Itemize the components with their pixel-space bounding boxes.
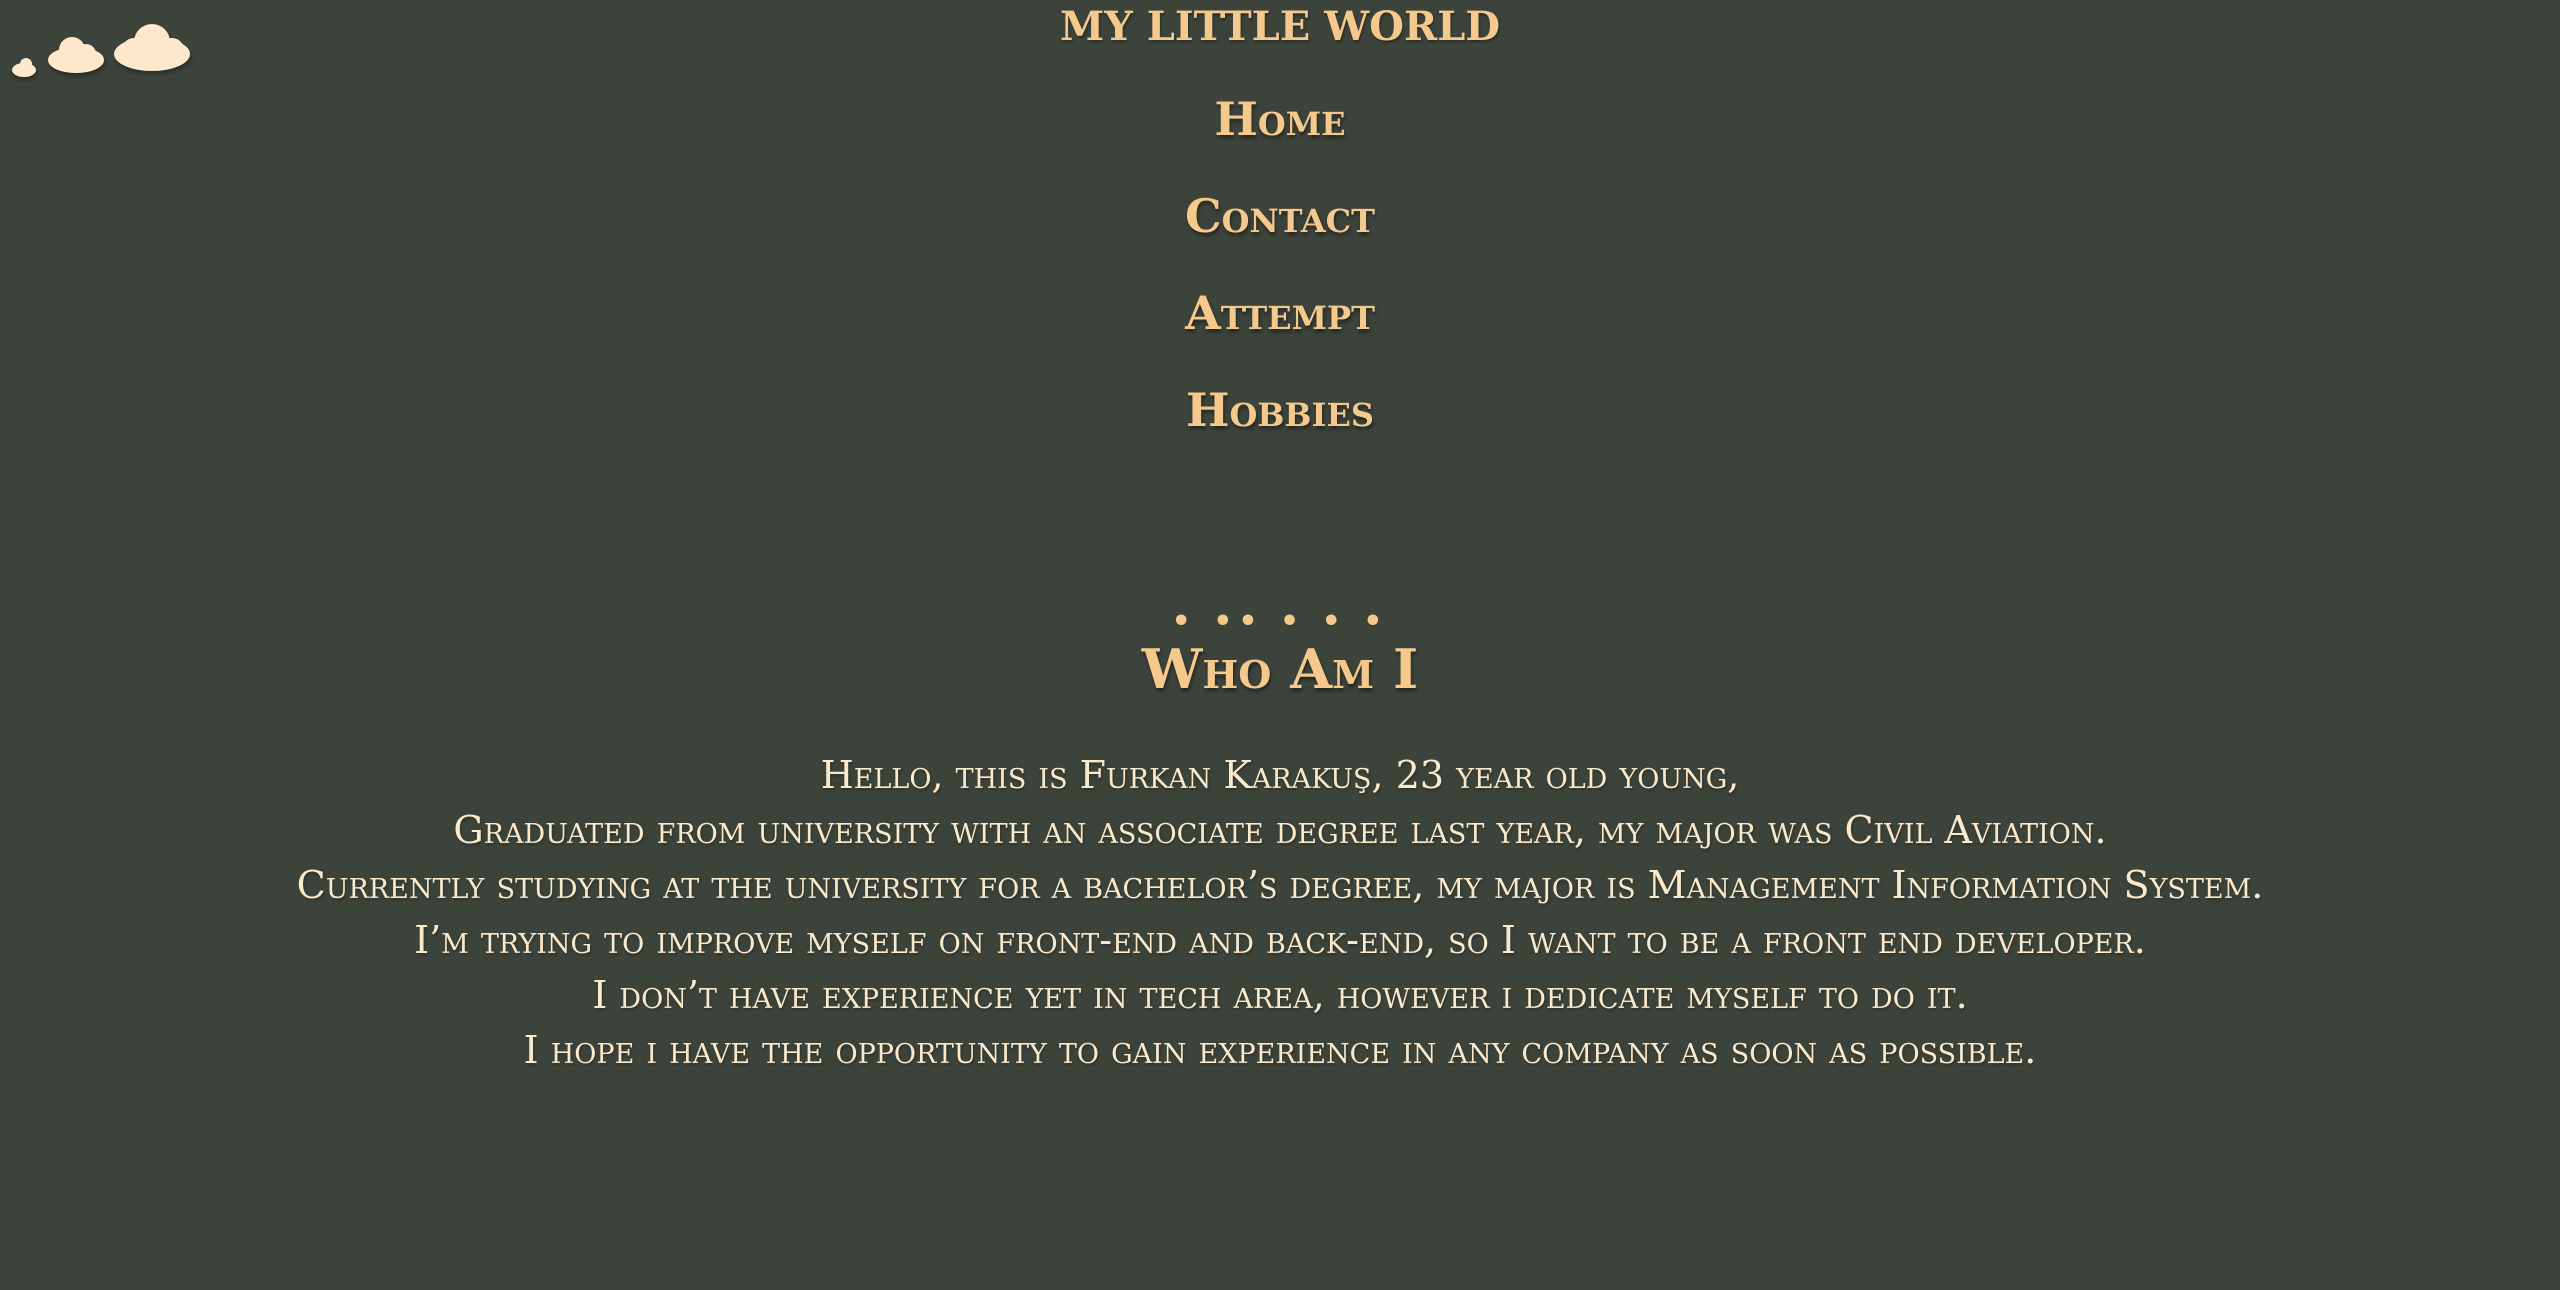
nav-item-contact[interactable]: Contact <box>0 185 2560 282</box>
intro-line: I’m trying to improve myself on front-en… <box>414 918 2146 962</box>
section-title: Who Am I <box>1141 637 1419 701</box>
intro-line: I hope i have the opportunity to gain ex… <box>523 1028 2037 1072</box>
intro-line: I don’t have experience yet in tech area… <box>592 973 1968 1017</box>
intro-line: Currently studying at the university for… <box>296 863 2264 907</box>
nav-item-attempt[interactable]: Attempt <box>0 282 2560 379</box>
intro-line: Hello, this is Furkan Karakuş, 23 year o… <box>820 753 1740 797</box>
intro-text: Hello, this is Furkan Karakuş, 23 year o… <box>0 748 2560 1078</box>
decorative-dots: • •• • • • <box>1171 604 1389 639</box>
intro-line: Graduated from university with an associ… <box>453 808 2107 852</box>
site-title[interactable]: MY LITTLE WORLD <box>0 2 2560 52</box>
main-nav: Home Contact Attempt Hobbies <box>0 88 2560 476</box>
nav-item-hobbies[interactable]: Hobbies <box>0 379 2560 476</box>
nav-item-home[interactable]: Home <box>0 88 2560 185</box>
